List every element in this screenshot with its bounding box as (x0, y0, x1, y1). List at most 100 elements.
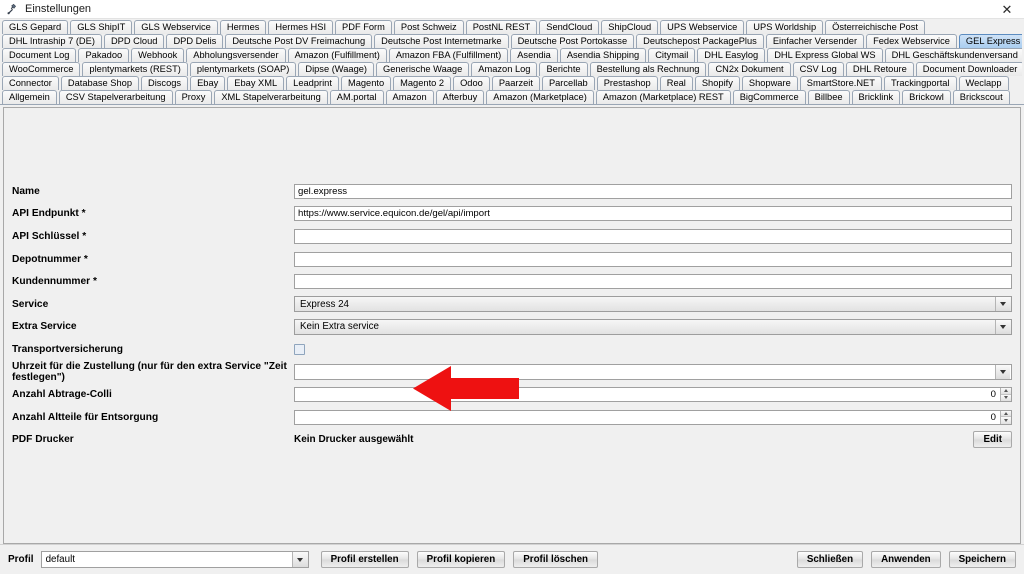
tab-afterbuy[interactable]: Afterbuy (435, 90, 485, 104)
speichern-button[interactable]: Speichern (948, 551, 1016, 568)
tab-gls-shipit[interactable]: GLS ShipIT (70, 20, 133, 34)
tab-gls-gepard[interactable]: GLS Gepard (2, 20, 69, 34)
tab-proxy[interactable]: Proxy (174, 90, 213, 104)
tab-deutsche-post-portokasse[interactable]: Deutsche Post Portokasse (510, 34, 635, 48)
kundennummer-field[interactable] (294, 274, 1012, 290)
tab-amazon-marketplace[interactable]: Amazon (Marketplace) (486, 90, 594, 104)
tab-abholungsversender[interactable]: Abholungsversender (186, 48, 286, 62)
tab-dpd-delis[interactable]: DPD Delis (166, 34, 224, 48)
chevron-down-icon[interactable] (995, 365, 1010, 380)
tab-gls-webservice[interactable]: GLS Webservice (134, 20, 218, 34)
extra-service-combo[interactable]: Kein Extra service (294, 318, 1012, 335)
tab-cn2x-dokument[interactable]: CN2x Dokument (708, 62, 791, 76)
tab-sterreichische-post[interactable]: Österreichische Post (825, 20, 925, 34)
tab-amazon-marketplace-rest[interactable]: Amazon (Marketplace) REST (595, 90, 731, 104)
tab-dpd-cloud[interactable]: DPD Cloud (103, 34, 165, 48)
tab-paarzeit[interactable]: Paarzeit (491, 76, 540, 90)
service-combo[interactable]: Express 24 (294, 296, 1012, 313)
tab-bricklink[interactable]: Bricklink (851, 90, 901, 104)
tab-amazon[interactable]: Amazon (385, 90, 434, 104)
tab-xml-stapelverarbeitung[interactable]: XML Stapelverarbeitung (214, 90, 328, 104)
tab-gel-express[interactable]: GEL Express (958, 34, 1022, 48)
tab-brickscout[interactable]: Brickscout (952, 90, 1010, 104)
tab-allgemein[interactable]: Allgemein (2, 90, 57, 104)
tab-prestashop[interactable]: Prestashop (596, 76, 658, 90)
tab-dhl-intraship-7-de[interactable]: DHL Intraship 7 (DE) (2, 34, 102, 48)
tab-csv-stapelverarbeitung[interactable]: CSV Stapelverarbeitung (58, 90, 173, 104)
tab-plentymarkets-soap[interactable]: plentymarkets (SOAP) (189, 62, 297, 76)
tab-berichte[interactable]: Berichte (539, 62, 588, 76)
spinner-down-icon[interactable] (1001, 417, 1011, 424)
tab-bestellung-als-rechnung[interactable]: Bestellung als Rechnung (589, 62, 707, 76)
tab-document-downloader[interactable]: Document Downloader (915, 62, 1022, 76)
tab-am-portal[interactable]: AM.portal (329, 90, 384, 104)
anzahl-abtrage-colli-spinner[interactable]: 0 (294, 387, 1012, 403)
tab-database-shop[interactable]: Database Shop (60, 76, 139, 90)
tab-hermes-hsi[interactable]: Hermes HSI (268, 20, 334, 34)
tab-parcellab[interactable]: Parcellab (541, 76, 595, 90)
tab-weclapp[interactable]: Weclapp (958, 76, 1009, 90)
profil-erstellen-button[interactable]: Profil erstellen (320, 551, 409, 568)
tab-shipcloud[interactable]: ShipCloud (601, 20, 659, 34)
tab-connector[interactable]: Connector (2, 76, 59, 90)
tab-webhook[interactable]: Webhook (131, 48, 185, 62)
tab-bigcommerce[interactable]: BigCommerce (732, 90, 806, 104)
tab-deutsche-post-internetmarke[interactable]: Deutsche Post Internetmarke (374, 34, 509, 48)
close-icon[interactable]: ✕ (990, 0, 1024, 19)
profil-loeschen-button[interactable]: Profil löschen (513, 551, 598, 568)
tab-smartstore-net[interactable]: SmartStore.NET (799, 76, 882, 90)
tab-deutschepost-packageplus[interactable]: Deutschepost PackagePlus (636, 34, 764, 48)
tab-amazon-log[interactable]: Amazon Log (471, 62, 538, 76)
tab-deutsche-post-dv-freimachung[interactable]: Deutsche Post DV Freimachung (225, 34, 373, 48)
tab-discogs[interactable]: Discogs (141, 76, 189, 90)
tab-real[interactable]: Real (659, 76, 693, 90)
tab-billbee[interactable]: Billbee (807, 90, 850, 104)
chevron-down-icon[interactable] (995, 297, 1010, 312)
tab-citymail[interactable]: Citymail (648, 48, 696, 62)
tab-magento[interactable]: Magento (340, 76, 392, 90)
tab-amazon-fulfillment[interactable]: Amazon (Fulfillment) (287, 48, 387, 62)
tab-ups-worldship[interactable]: UPS Worldship (746, 20, 824, 34)
tab-dhl-express-global-ws[interactable]: DHL Express Global WS (767, 48, 883, 62)
tab-generische-waage[interactable]: Generische Waage (376, 62, 470, 76)
chevron-down-icon[interactable] (995, 319, 1010, 334)
uhrzeit-zustellung-combo[interactable] (294, 364, 1012, 381)
tab-plentymarkets-rest[interactable]: plentymarkets (REST) (82, 62, 188, 76)
tab-sendcloud[interactable]: SendCloud (539, 20, 600, 34)
tab-pdf-form[interactable]: PDF Form (335, 20, 392, 34)
tab-dhl-easylog[interactable]: DHL Easylog (697, 48, 766, 62)
tab-brickowl[interactable]: Brickowl (902, 90, 951, 104)
tab-magento-2[interactable]: Magento 2 (393, 76, 452, 90)
tab-ebay[interactable]: Ebay (190, 76, 226, 90)
tab-trackingportal[interactable]: Trackingportal (883, 76, 957, 90)
tab-odoo[interactable]: Odoo (453, 76, 490, 90)
tab-einfacher-versender[interactable]: Einfacher Versender (765, 34, 865, 48)
tab-leadprint[interactable]: Leadprint (286, 76, 339, 90)
tab-shopware[interactable]: Shopware (741, 76, 798, 90)
tab-postnl-rest[interactable]: PostNL REST (465, 20, 538, 34)
tab-document-log[interactable]: Document Log (2, 48, 77, 62)
profil-kopieren-button[interactable]: Profil kopieren (416, 551, 506, 568)
name-field[interactable] (294, 183, 1012, 199)
tab-asendia-shipping[interactable]: Asendia Shipping (559, 48, 647, 62)
tab-pakadoo[interactable]: Pakadoo (78, 48, 130, 62)
anwenden-button[interactable]: Anwenden (871, 551, 941, 568)
depotnummer-field[interactable] (294, 251, 1012, 267)
spinner-down-icon[interactable] (1001, 394, 1011, 402)
profil-combo[interactable]: default (40, 551, 309, 568)
chevron-down-icon[interactable] (291, 552, 308, 567)
tab-dhl-retoure[interactable]: DHL Retoure (845, 62, 914, 76)
tab-ups-webservice[interactable]: UPS Webservice (660, 20, 745, 34)
tab-hermes[interactable]: Hermes (219, 20, 267, 34)
tab-asendia[interactable]: Asendia (510, 48, 558, 62)
tab-amazon-fba-fulfillment[interactable]: Amazon FBA (Fulfillment) (388, 48, 509, 62)
tab-woocommerce[interactable]: WooCommerce (2, 62, 81, 76)
tab-dipse-waage[interactable]: Dipse (Waage) (298, 62, 375, 76)
api-schluessel-field[interactable] (294, 228, 1012, 244)
schliessen-button[interactable]: Schließen (796, 551, 864, 568)
api-endpunkt-field[interactable] (294, 206, 1012, 222)
anzahl-altteile-entsorgung-spinner[interactable]: 0 (294, 409, 1012, 425)
tab-ebay-xml[interactable]: Ebay XML (227, 76, 285, 90)
transportversicherung-checkbox[interactable] (294, 343, 305, 355)
tab-post-schweiz[interactable]: Post Schweiz (393, 20, 464, 34)
